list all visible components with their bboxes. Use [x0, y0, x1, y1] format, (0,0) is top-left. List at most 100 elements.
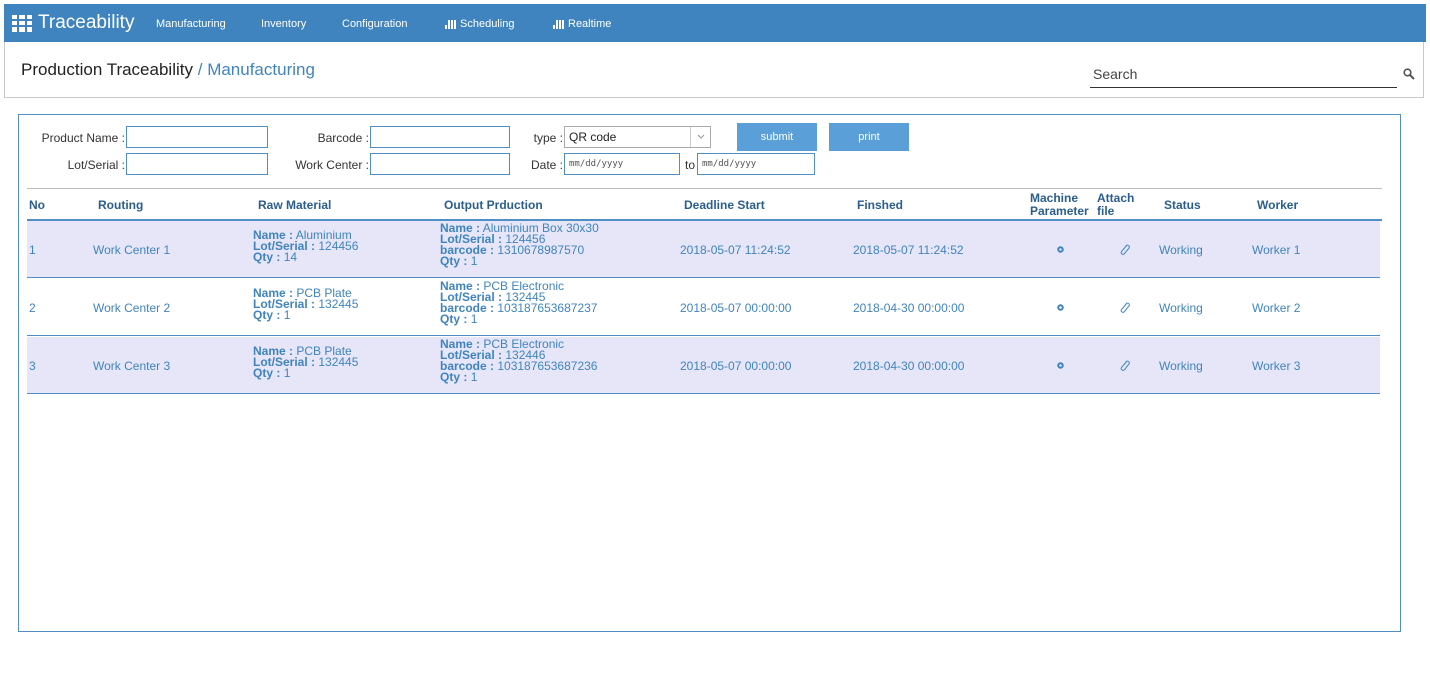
- raw-lot: 132445: [318, 355, 359, 369]
- col-raw-material[interactable]: Raw Material: [258, 199, 331, 212]
- col-attach-label: Attach: [1097, 191, 1135, 205]
- paperclip-icon[interactable]: [1118, 301, 1130, 314]
- apps-grid-icon: [12, 14, 32, 32]
- nav-manufacturing-label: Manufacturing: [156, 18, 226, 30]
- barcode-input[interactable]: [370, 126, 510, 148]
- out-qty-label: Qty :: [440, 370, 468, 384]
- col-finished[interactable]: Finshed: [857, 199, 903, 212]
- col-routing[interactable]: Routing: [98, 199, 143, 212]
- col-machine-parameter[interactable]: Machine Parameter: [1030, 192, 1089, 218]
- brand-title: Traceability: [38, 12, 135, 33]
- raw-lot: 124456: [318, 239, 359, 253]
- col-attach-file[interactable]: Attach file: [1097, 192, 1134, 218]
- work-center-label: Work Center :: [295, 158, 369, 172]
- row-output-production: Name : PCB Electronic Lot/Serial : 13244…: [440, 338, 598, 384]
- nav-inventory[interactable]: Inventory: [261, 18, 306, 30]
- table-row[interactable]: 2 Work Center 2 Name : PCB Plate Lot/Ser…: [27, 279, 1380, 336]
- product-name-input[interactable]: [126, 126, 268, 148]
- row-status: Working: [1159, 359, 1203, 373]
- date-to-input[interactable]: mm/dd/yyyy: [697, 153, 815, 175]
- row-raw-material: Name : Aluminium Lot/Serial : 124456 Qty…: [253, 229, 359, 264]
- breadcrumb-separator: /: [197, 60, 203, 79]
- page-title-main: Production Traceability: [21, 60, 193, 79]
- search-input[interactable]: [1090, 62, 1370, 86]
- type-select-value: QR code: [569, 130, 617, 144]
- page-header: Production Traceability / Manufacturing: [4, 42, 1424, 98]
- table-header: No Routing Raw Material Output Prduction…: [27, 188, 1382, 221]
- row-deadline-start: 2018-05-07 00:00:00: [680, 359, 792, 373]
- out-barcode: 103187653687236: [497, 359, 598, 373]
- raw-qty: 14: [283, 250, 298, 264]
- row-output-production: Name : PCB Electronic Lot/Serial : 13244…: [440, 280, 598, 326]
- print-button[interactable]: print: [829, 123, 909, 151]
- gear-icon[interactable]: [1056, 361, 1065, 370]
- col-parameter-label: Parameter: [1030, 204, 1089, 218]
- type-label: type :: [533, 131, 563, 145]
- type-select[interactable]: QR code: [564, 126, 711, 148]
- row-deadline-start: 2018-05-07 11:24:52: [680, 243, 791, 257]
- gear-icon[interactable]: [1056, 303, 1065, 312]
- chevron-down-icon: [690, 127, 710, 147]
- raw-qty: 1: [283, 366, 291, 380]
- row-routing: Work Center 1: [93, 243, 171, 257]
- raw-qty-label: Qty :: [253, 366, 281, 380]
- row-deadline-start: 2018-05-07 00:00:00: [680, 301, 792, 315]
- row-output-production: Name : Aluminium Box 30x30 Lot/Serial : …: [440, 222, 599, 268]
- date-label: Date :: [530, 158, 563, 172]
- row-finished: 2018-05-07 11:24:52: [853, 243, 964, 257]
- page-title: Production Traceability / Manufacturing: [21, 60, 315, 80]
- nav-realtime-label: Realtime: [568, 18, 612, 30]
- brand[interactable]: Traceability: [12, 12, 134, 34]
- nav-scheduling[interactable]: Scheduling: [445, 18, 514, 30]
- barcode-label: Barcode :: [317, 131, 369, 145]
- row-routing: Work Center 2: [93, 301, 171, 315]
- search-box: [1090, 62, 1415, 88]
- product-name-label: Product Name :: [41, 131, 125, 145]
- search-icon[interactable]: [1403, 68, 1415, 80]
- submit-button[interactable]: submit: [737, 123, 817, 151]
- row-worker: Worker 2: [1252, 301, 1301, 315]
- col-no[interactable]: No: [29, 199, 45, 212]
- bar-chart-icon: [553, 19, 565, 29]
- nav-configuration[interactable]: Configuration: [342, 18, 407, 30]
- row-raw-material: Name : PCB Plate Lot/Serial : 132445 Qty…: [253, 287, 359, 322]
- paperclip-icon[interactable]: [1118, 243, 1130, 256]
- nav-inventory-label: Inventory: [261, 18, 307, 30]
- breadcrumb-current[interactable]: Manufacturing: [207, 60, 315, 79]
- out-qty-label: Qty :: [440, 254, 468, 268]
- row-finished: 2018-04-30 00:00:00: [853, 301, 965, 315]
- out-barcode: 1310678987570: [497, 243, 585, 257]
- nav-configuration-label: Configuration: [342, 18, 408, 30]
- row-no: 3: [29, 359, 36, 373]
- table-row[interactable]: 1 Work Center 1 Name : Aluminium Lot/Ser…: [27, 221, 1380, 278]
- date-from-input[interactable]: mm/dd/yyyy: [564, 153, 680, 175]
- col-deadline-start[interactable]: Deadline Start: [684, 199, 765, 212]
- paperclip-icon[interactable]: [1118, 359, 1130, 372]
- col-machine-label: Machine: [1030, 191, 1079, 205]
- col-status[interactable]: Status: [1164, 199, 1201, 212]
- work-center-input[interactable]: [370, 153, 510, 175]
- out-qty: 1: [470, 370, 478, 384]
- nav-manufacturing[interactable]: Manufacturing: [156, 18, 226, 30]
- nav-realtime[interactable]: Realtime: [553, 18, 611, 30]
- date-to-label: to: [684, 158, 695, 172]
- raw-lot: 132445: [318, 297, 359, 311]
- raw-qty: 1: [283, 308, 291, 322]
- nav-scheduling-label: Scheduling: [460, 18, 515, 30]
- row-no: 2: [29, 301, 36, 315]
- out-barcode: 103187653687237: [497, 301, 598, 315]
- col-output-production[interactable]: Output Prduction: [444, 199, 543, 212]
- row-worker: Worker 1: [1252, 243, 1301, 257]
- gear-icon[interactable]: [1056, 245, 1065, 254]
- lot-serial-label: Lot/Serial :: [67, 158, 125, 172]
- out-qty: 1: [470, 312, 478, 326]
- bar-chart-icon: [445, 19, 457, 29]
- col-worker[interactable]: Worker: [1257, 199, 1298, 212]
- row-routing: Work Center 3: [93, 359, 171, 373]
- top-navbar: Traceability Manufacturing Inventory Con…: [4, 4, 1426, 42]
- col-file-label: file: [1097, 204, 1115, 218]
- raw-qty-label: Qty :: [253, 308, 281, 322]
- main-panel: Product Name : Barcode : type : QR code …: [18, 114, 1401, 632]
- lot-serial-input[interactable]: [126, 153, 268, 175]
- table-row[interactable]: 3 Work Center 3 Name : PCB Plate Lot/Ser…: [27, 337, 1380, 394]
